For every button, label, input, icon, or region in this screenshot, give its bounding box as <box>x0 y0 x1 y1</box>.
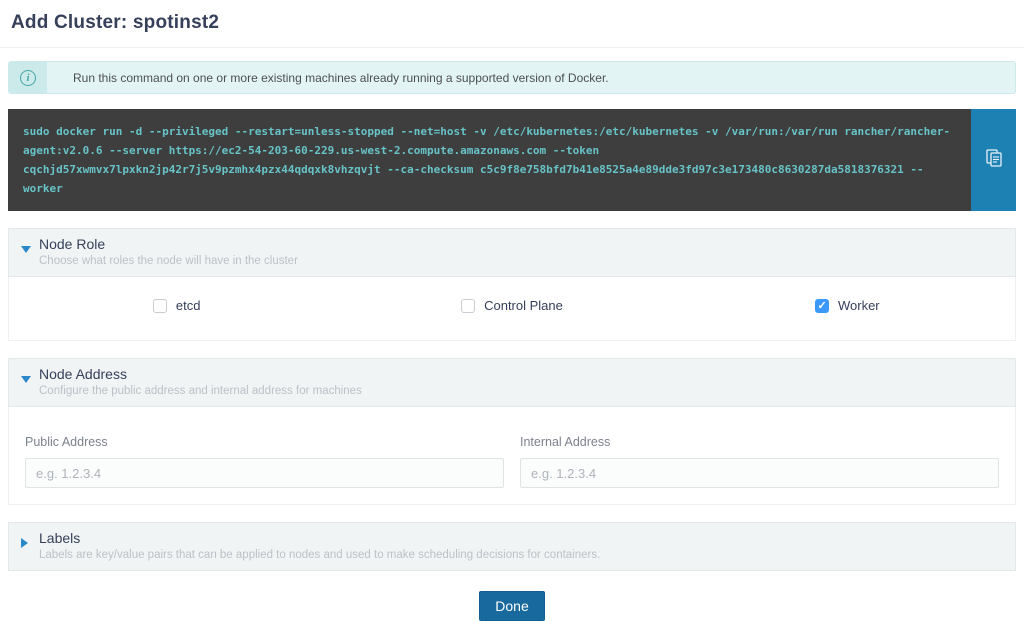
section-labels: Labels Labels are key/value pairs that c… <box>8 522 1016 571</box>
etcd-checkbox-box[interactable] <box>153 299 167 313</box>
chevron-down-icon <box>21 376 31 383</box>
info-banner: i Run this command on one or more existi… <box>8 61 1016 94</box>
node-address-subtitle: Configure the public address and interna… <box>39 385 1005 397</box>
labels-header[interactable]: Labels Labels are key/value pairs that c… <box>8 522 1016 571</box>
section-node-address: Node Address Configure the public addres… <box>8 358 1016 505</box>
checkbox-worker[interactable]: Worker <box>680 298 1015 313</box>
page-title: Add Cluster: spotinst2 <box>11 12 1024 34</box>
address-fields-row: Public Address Internal Address <box>9 407 1015 504</box>
info-banner-icon-cell: i <box>9 62 47 93</box>
node-address-header[interactable]: Node Address Configure the public addres… <box>8 358 1016 407</box>
info-icon: i <box>20 70 36 86</box>
internal-address-label: Internal Address <box>520 435 999 449</box>
node-address-body: Public Address Internal Address <box>8 407 1016 505</box>
node-role-header[interactable]: Node Role Choose what roles the node wil… <box>8 228 1016 277</box>
checkbox-etcd[interactable]: etcd <box>9 298 344 313</box>
control-plane-checkbox-box[interactable] <box>461 299 475 313</box>
node-role-title: Node Role <box>39 236 1005 252</box>
docker-command-text: sudo docker run -d --privileged --restar… <box>8 109 971 211</box>
internal-address-group: Internal Address <box>520 435 999 488</box>
info-banner-text: Run this command on one or more existing… <box>47 62 609 93</box>
public-address-label: Public Address <box>25 435 504 449</box>
chevron-right-icon <box>21 538 28 548</box>
worker-checkbox-label: Worker <box>838 298 880 313</box>
node-address-title: Node Address <box>39 366 1005 382</box>
etcd-checkbox-label: etcd <box>176 298 201 313</box>
chevron-down-icon <box>21 246 31 253</box>
footer: Done <box>0 591 1024 621</box>
done-button[interactable]: Done <box>479 591 544 621</box>
worker-checkbox-box[interactable] <box>815 299 829 313</box>
labels-title: Labels <box>39 530 1005 546</box>
docker-command-block: sudo docker run -d --privileged --restar… <box>8 109 1016 211</box>
clipboard-icon <box>986 149 1002 172</box>
node-role-body: etcd Control Plane Worker <box>8 277 1016 341</box>
checkbox-control-plane[interactable]: Control Plane <box>344 298 679 313</box>
labels-subtitle: Labels are key/value pairs that can be a… <box>39 549 1005 561</box>
public-address-input[interactable] <box>25 458 504 488</box>
title-divider <box>0 47 1024 48</box>
section-node-role: Node Role Choose what roles the node wil… <box>8 228 1016 341</box>
node-role-subtitle: Choose what roles the node will have in … <box>39 255 1005 267</box>
role-checkbox-row: etcd Control Plane Worker <box>9 277 1015 340</box>
control-plane-checkbox-label: Control Plane <box>484 298 563 313</box>
copy-command-button[interactable] <box>971 109 1016 211</box>
internal-address-input[interactable] <box>520 458 999 488</box>
public-address-group: Public Address <box>25 435 504 488</box>
